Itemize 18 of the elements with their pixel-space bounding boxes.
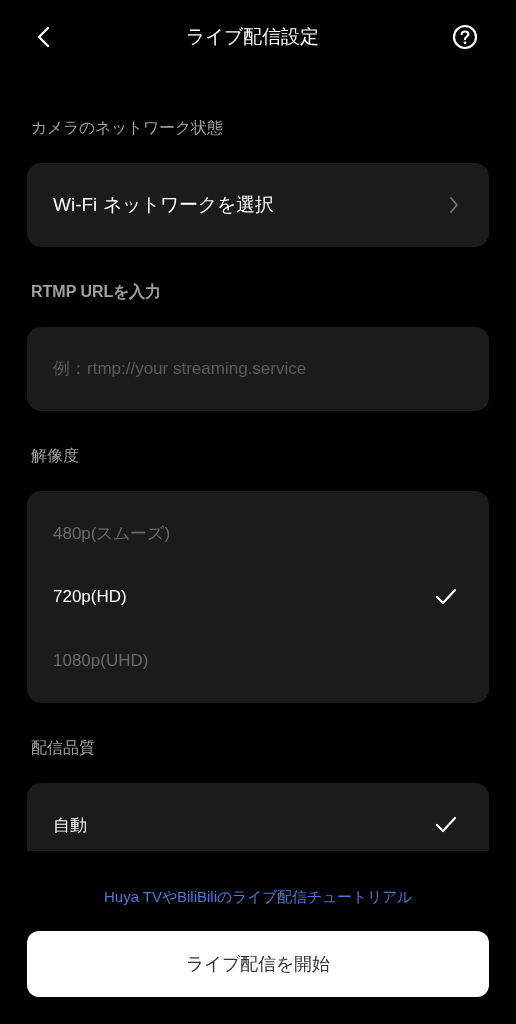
checkmark-icon bbox=[435, 588, 457, 606]
resolution-option[interactable]: 720p(HD) bbox=[27, 565, 489, 629]
rtmp-url-field[interactable]: 例：rtmp://your streaming.service bbox=[27, 327, 489, 411]
checkmark-icon bbox=[435, 816, 457, 834]
tutorial-link[interactable]: Huya TVやBiliBiliのライブ配信チュートリアル bbox=[103, 887, 413, 907]
help-icon bbox=[452, 24, 478, 50]
back-icon bbox=[36, 25, 52, 49]
page-title: ライブ配信設定 bbox=[185, 25, 319, 49]
chevron-right-icon bbox=[449, 196, 459, 214]
help-button[interactable] bbox=[452, 24, 478, 50]
start-stream-button[interactable]: ライブ配信を開始 bbox=[27, 931, 489, 997]
quality-option[interactable]: 自動 bbox=[27, 793, 489, 851]
section-label: 配信品質 bbox=[30, 738, 95, 758]
back-button[interactable] bbox=[36, 25, 52, 49]
wifi-select-row[interactable]: Wi-Fi ネットワークを選択 bbox=[27, 163, 489, 247]
section-label: 解像度 bbox=[30, 446, 79, 466]
section-label: カメラのネットワーク状態 bbox=[30, 118, 223, 138]
section-label: RTMP URLを入力 bbox=[30, 282, 162, 302]
